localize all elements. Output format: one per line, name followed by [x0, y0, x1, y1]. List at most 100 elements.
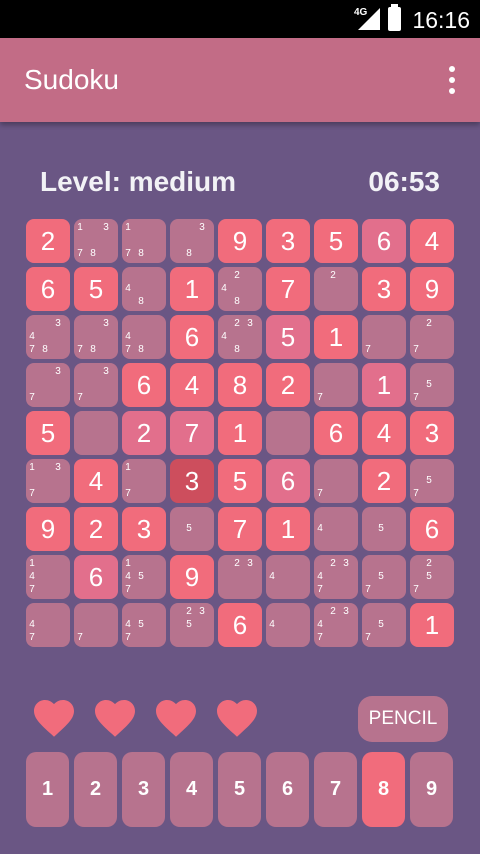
sudoku-cell[interactable]: 2 — [74, 507, 118, 551]
sudoku-cell[interactable]: 6 — [26, 267, 70, 311]
sudoku-cell[interactable]: 5 — [362, 507, 406, 551]
sudoku-cell[interactable]: 1 3 7 — [26, 459, 70, 503]
sudoku-cell[interactable]: 57 — [362, 603, 406, 647]
sudoku-cell[interactable]: 6 — [122, 363, 166, 407]
sudoku-cell[interactable]: 4 — [314, 507, 358, 551]
sudoku-cell[interactable]: 37 — [74, 363, 118, 407]
sudoku-cell[interactable]: 23 48 — [218, 315, 262, 359]
sudoku-cell[interactable]: 7 — [170, 411, 214, 455]
sudoku-cell[interactable]: 5 — [170, 507, 214, 551]
sudoku-cell[interactable]: 9 — [218, 219, 262, 263]
sudoku-cell[interactable]: 4 — [170, 363, 214, 407]
sudoku-cell[interactable]: 3 — [362, 267, 406, 311]
sudoku-cell[interactable]: 37 — [26, 363, 70, 407]
sudoku-cell[interactable]: 1 78 — [122, 219, 166, 263]
sudoku-cell[interactable]: 7 — [314, 363, 358, 407]
sudoku-cell[interactable]: 3 — [266, 219, 310, 263]
sudoku-cell[interactable]: 7 — [362, 315, 406, 359]
sudoku-cell[interactable]: 48 — [122, 267, 166, 311]
sudoku-cell[interactable]: 5 — [26, 411, 70, 455]
number-key-6[interactable]: 6 — [266, 752, 309, 827]
sudoku-cell[interactable]: 6 — [170, 315, 214, 359]
sudoku-cell[interactable]: 4 — [266, 555, 310, 599]
sudoku-cell[interactable]: 1 3 78 — [74, 219, 118, 263]
sudoku-cell[interactable]: 5 — [314, 219, 358, 263]
sudoku-cell[interactable]: 457 — [122, 603, 166, 647]
sudoku-cell[interactable]: 1 — [266, 507, 310, 551]
pencil-note: 4 — [29, 331, 35, 342]
selected-cell[interactable]: 3 — [170, 459, 214, 503]
sudoku-cell[interactable]: 5 — [266, 315, 310, 359]
sudoku-cell[interactable]: 235 — [170, 603, 214, 647]
sudoku-cell[interactable]: 17 — [122, 459, 166, 503]
sudoku-cell[interactable] — [74, 411, 118, 455]
sudoku-cell[interactable]: 3 4 78 — [26, 315, 70, 359]
sudoku-cell[interactable]: 1 457 — [122, 555, 166, 599]
sudoku-cell[interactable]: 6 — [266, 459, 310, 503]
sudoku-cell[interactable]: 4 — [266, 603, 310, 647]
game-timer: 06:53 — [368, 166, 440, 197]
sudoku-cell[interactable]: 9 — [410, 267, 454, 311]
sudoku-cell[interactable]: 6 — [410, 507, 454, 551]
sudoku-cell[interactable]: 3 78 — [74, 315, 118, 359]
sudoku-cell[interactable]: 4 78 — [122, 315, 166, 359]
pencil-note: 4 — [125, 619, 131, 630]
sudoku-cell[interactable]: 5 — [74, 267, 118, 311]
sudoku-cell[interactable]: 57 — [410, 363, 454, 407]
sudoku-cell[interactable]: 7 — [314, 459, 358, 503]
sudoku-cell[interactable]: 2 — [266, 363, 310, 407]
sudoku-cell[interactable]: 4 — [74, 459, 118, 503]
sudoku-cell[interactable]: 6 — [74, 555, 118, 599]
sudoku-cell[interactable]: 3 — [122, 507, 166, 551]
sudoku-cell[interactable]: 38 — [170, 219, 214, 263]
number-key-8[interactable]: 8 — [362, 752, 405, 827]
sudoku-cell[interactable]: 7 — [218, 507, 262, 551]
sudoku-cell[interactable]: 47 — [26, 603, 70, 647]
number-key-4[interactable]: 4 — [170, 752, 213, 827]
sudoku-cell[interactable]: 1 — [314, 315, 358, 359]
sudoku-cell[interactable]: 7 — [74, 603, 118, 647]
sudoku-cell[interactable]: 1 — [410, 603, 454, 647]
sudoku-cell[interactable]: 5 — [218, 459, 262, 503]
pencil-note: 4 — [29, 619, 35, 630]
sudoku-cell[interactable]: 1 — [218, 411, 262, 455]
number-key-9[interactable]: 9 — [410, 752, 453, 827]
sudoku-cell[interactable]: 4 — [410, 219, 454, 263]
pencil-note: 3 — [247, 558, 253, 569]
number-key-1[interactable]: 1 — [26, 752, 69, 827]
sudoku-cell[interactable]: 1 — [170, 267, 214, 311]
sudoku-cell[interactable]: 23 — [218, 555, 262, 599]
status-time: 16:16 — [412, 7, 470, 33]
number-key-5[interactable]: 5 — [218, 752, 261, 827]
number-key-3[interactable]: 3 — [122, 752, 165, 827]
sudoku-cell[interactable]: 1 4 7 — [26, 555, 70, 599]
sudoku-cell[interactable]: 6 — [314, 411, 358, 455]
sudoku-cell[interactable]: 2 57 — [410, 555, 454, 599]
sudoku-cell[interactable]: 2 — [314, 267, 358, 311]
number-key-2[interactable]: 2 — [74, 752, 117, 827]
sudoku-cell[interactable]: 6 — [218, 603, 262, 647]
sudoku-cell[interactable]: 57 — [362, 555, 406, 599]
sudoku-cell[interactable]: 3 — [410, 411, 454, 455]
cell-value: 2 — [136, 418, 152, 448]
number-key-7[interactable]: 7 — [314, 752, 357, 827]
sudoku-cell[interactable]: 27 — [410, 315, 454, 359]
sudoku-cell[interactable]: 23 4 7 — [314, 555, 358, 599]
more-vert-icon[interactable] — [446, 66, 458, 94]
pencil-button[interactable]: PENCIL — [358, 696, 448, 742]
sudoku-cell[interactable]: 2 — [122, 411, 166, 455]
sudoku-cell[interactable]: 7 — [266, 267, 310, 311]
pencil-note: 7 — [77, 344, 83, 355]
sudoku-cell[interactable]: 8 — [218, 363, 262, 407]
sudoku-cell[interactable]: 57 — [410, 459, 454, 503]
sudoku-cell[interactable]: 6 — [362, 219, 406, 263]
sudoku-cell[interactable]: 4 — [362, 411, 406, 455]
sudoku-cell[interactable]: 1 — [362, 363, 406, 407]
sudoku-cell[interactable]: 248 — [218, 267, 262, 311]
sudoku-cell[interactable]: 2 — [26, 219, 70, 263]
sudoku-cell[interactable]: 9 — [26, 507, 70, 551]
sudoku-cell[interactable]: 23 4 7 — [314, 603, 358, 647]
sudoku-cell[interactable] — [266, 411, 310, 455]
sudoku-cell[interactable]: 2 — [362, 459, 406, 503]
sudoku-cell[interactable]: 9 — [170, 555, 214, 599]
